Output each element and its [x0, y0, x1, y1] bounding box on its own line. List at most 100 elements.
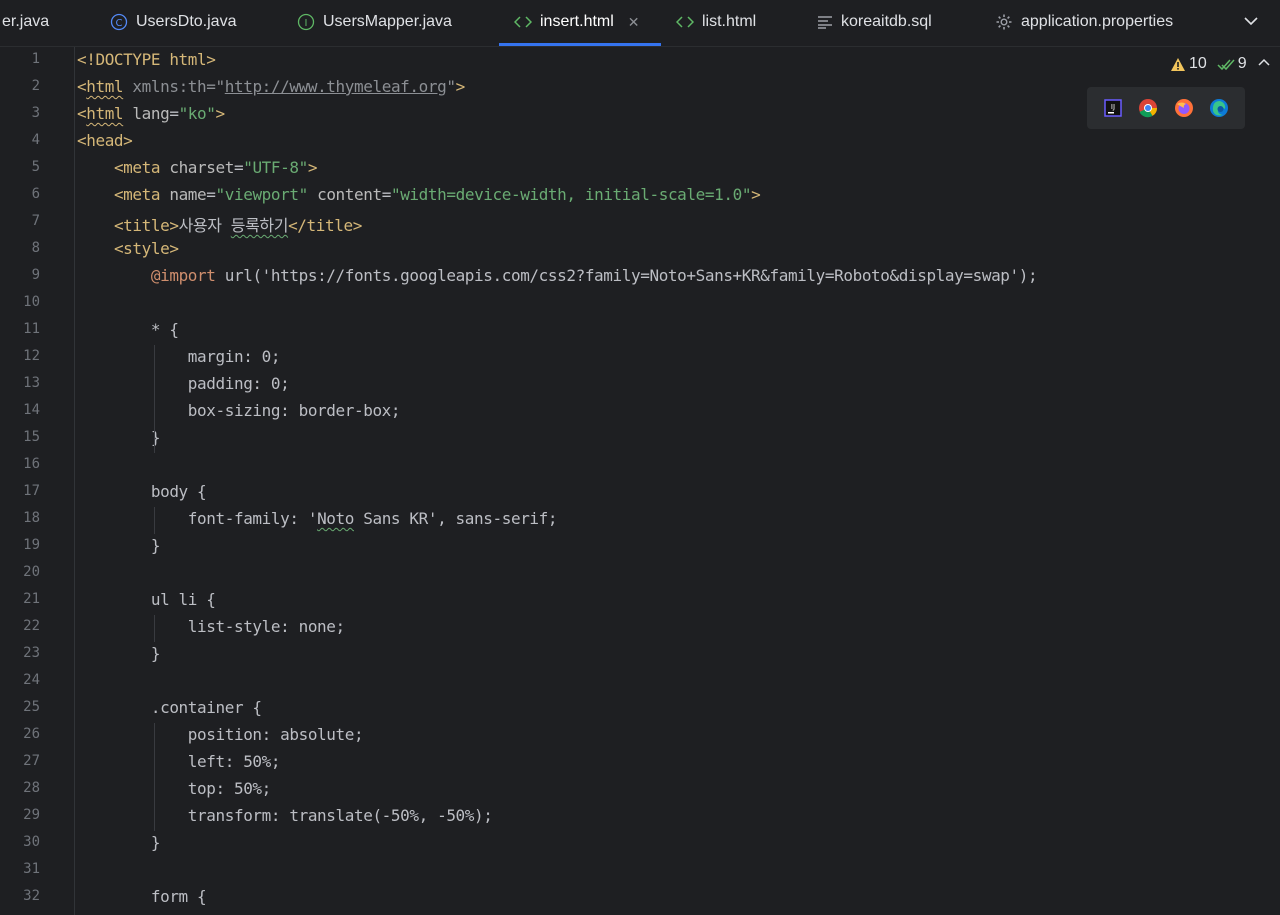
code-line[interactable]: 23 }	[0, 641, 1280, 668]
code-line[interactable]: 17 body {	[0, 479, 1280, 506]
code-token: }	[77, 644, 161, 663]
code-token: >	[307, 158, 318, 177]
warning-icon	[1171, 57, 1185, 71]
tab-usersdto-java[interactable]: C UsersDto.java	[110, 0, 236, 44]
tab-usersmapper-java[interactable]: I UsersMapper.java	[297, 0, 452, 44]
tab-label: list.html	[702, 13, 757, 30]
code-token: @import	[150, 266, 216, 285]
code-token: left: 50%;	[77, 752, 281, 771]
line-number: 14	[23, 402, 40, 418]
code-text: box-sizing: border-box;	[77, 401, 401, 420]
code-token: box-sizing: border-box;	[77, 401, 401, 420]
code-line[interactable]: 32 form {	[0, 884, 1280, 911]
code-token: * {	[77, 320, 179, 339]
line-number: 19	[23, 537, 40, 553]
line-number: 23	[23, 645, 40, 661]
code-line[interactable]: 11 * {	[0, 317, 1280, 344]
code-line[interactable]: 24	[0, 668, 1280, 695]
line-number: 3	[31, 105, 40, 121]
html-icon	[514, 15, 532, 29]
code-line[interactable]: 26 position: absolute;	[0, 722, 1280, 749]
code-token: transform: translate(-50%, -50%);	[77, 806, 493, 825]
code-token: Sans KR', sans-serif;	[354, 509, 558, 528]
code-token: padding: 0;	[77, 374, 290, 393]
code-token: "ko"	[178, 104, 216, 123]
code-line[interactable]: 27 left: 50%;	[0, 749, 1280, 776]
code-text: transform: translate(-50%, -50%);	[77, 806, 493, 825]
intellij-browser-icon[interactable]: IJ	[1103, 98, 1123, 118]
code-token: <	[77, 77, 87, 96]
line-number: 7	[31, 213, 40, 229]
code-token: "UTF-8"	[243, 158, 308, 177]
edge-icon[interactable]	[1209, 98, 1229, 118]
code-token: }	[77, 536, 161, 555]
code-token: =	[233, 158, 244, 177]
code-token: xmlns:th	[132, 77, 207, 96]
chevron-down-icon[interactable]	[1242, 12, 1260, 30]
code-line[interactable]: 6 <meta name="viewport" content="width=d…	[0, 182, 1280, 209]
code-line[interactable]: 14 box-sizing: border-box;	[0, 398, 1280, 425]
svg-text:C: C	[116, 18, 123, 29]
code-text: ul li {	[77, 590, 216, 609]
code-line[interactable]: 12 margin: 0;	[0, 344, 1280, 371]
line-number: 10	[23, 294, 40, 310]
code-text: <title>사용자 등록하기</title>	[77, 212, 362, 236]
line-number: 32	[23, 888, 40, 904]
code-line[interactable]: 13 padding: 0;	[0, 371, 1280, 398]
code-token: <meta	[113, 158, 161, 177]
code-token: url('https://fonts.googleapis.com/css2?f…	[215, 266, 1038, 285]
code-token: content	[317, 185, 382, 204]
tab-insert-html[interactable]: insert.html ✕	[514, 0, 640, 44]
code-line[interactable]: 20	[0, 560, 1280, 587]
close-icon[interactable]: ✕	[628, 14, 640, 31]
code-text: margin: 0;	[77, 347, 281, 366]
code-line[interactable]: 22 list-style: none;	[0, 614, 1280, 641]
line-number: 12	[23, 348, 40, 364]
code-line[interactable]: 31	[0, 857, 1280, 884]
code-editor[interactable]: 1 <!DOCTYPE html> 2 <html xmlns:th="http://…	[0, 47, 1280, 915]
code-line[interactable]: 1 <!DOCTYPE html>	[0, 47, 1280, 74]
tab-list-html[interactable]: list.html	[676, 0, 756, 44]
code-text: font-family: 'Noto Sans KR', sans-serif;	[77, 509, 558, 528]
code-line[interactable]: 19 }	[0, 533, 1280, 560]
code-text: form {	[77, 887, 207, 906]
line-number: 26	[23, 726, 40, 742]
tab-koreaitdb-sql[interactable]: koreaitdb.sql	[817, 0, 932, 44]
warnings-indicator[interactable]: 10	[1170, 55, 1207, 73]
inspection-widget[interactable]: 10 9	[1170, 54, 1271, 74]
tab-mapper-java[interactable]: er.java	[2, 0, 49, 44]
code-token: </title>	[288, 216, 362, 235]
code-token: lang	[132, 104, 170, 123]
code-token: font-family: '	[77, 509, 318, 528]
code-line[interactable]: 15 }	[0, 425, 1280, 452]
chevron-up-icon[interactable]	[1257, 55, 1271, 74]
code-text: <style>	[77, 239, 179, 258]
firefox-icon[interactable]	[1174, 98, 1194, 118]
code-line[interactable]: 18 font-family: 'Noto Sans KR', sans-ser…	[0, 506, 1280, 533]
code-line[interactable]: 16	[0, 452, 1280, 479]
code-line[interactable]: 29 transform: translate(-50%, -50%);	[0, 803, 1280, 830]
code-line[interactable]: 5 <meta charset="UTF-8">	[0, 155, 1280, 182]
code-text: top: 50%;	[77, 779, 272, 798]
code-text: left: 50%;	[77, 752, 281, 771]
code-line[interactable]: 9 @import url('https://fonts.googleapis.…	[0, 263, 1280, 290]
line-number: 31	[23, 861, 40, 877]
code-line[interactable]: 28 top: 50%;	[0, 776, 1280, 803]
line-number: 1	[31, 51, 40, 67]
gear-icon	[995, 13, 1013, 31]
code-line[interactable]: 25 .container {	[0, 695, 1280, 722]
code-line[interactable]: 10	[0, 290, 1280, 317]
code-token: 사용자	[178, 216, 231, 235]
code-line[interactable]: 30 }	[0, 830, 1280, 857]
code-line[interactable]: 21 ul li {	[0, 587, 1280, 614]
code-line[interactable]: 4 <head>	[0, 128, 1280, 155]
code-token: >	[455, 77, 466, 96]
chrome-icon[interactable]	[1138, 98, 1158, 118]
code-text: position: absolute;	[77, 725, 364, 744]
ok-indicator[interactable]: 9	[1217, 55, 1247, 73]
tab-application-properties[interactable]: application.properties	[995, 0, 1173, 44]
code-line[interactable]: 7 <title>사용자 등록하기</title>	[0, 209, 1280, 236]
code-line[interactable]: 8 <style>	[0, 236, 1280, 263]
